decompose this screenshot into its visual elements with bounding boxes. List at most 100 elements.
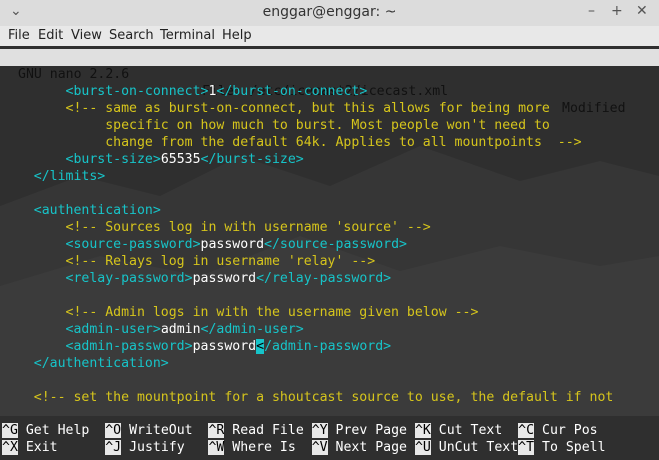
shortcut-label: Justify (121, 440, 209, 455)
xml-comment: <!-- Admin logs in with the username giv… (65, 305, 479, 320)
menu-terminal[interactable]: Terminal (160, 28, 215, 43)
xml-value: admin (160, 322, 201, 337)
xml-close-tag: </admin-user> (200, 322, 304, 337)
shortcut-item[interactable]: ^C Cur Pos (518, 423, 598, 438)
editor-line: </limits> (2, 168, 105, 185)
menu-edit[interactable]: Edit (38, 28, 63, 43)
xml-open-tag: <admin-user> (65, 322, 161, 337)
nano-status-bar: GNU nano 2.2.6 File: /etc/icecast2/iceca… (0, 49, 659, 116)
shortcut-label: Prev Page (327, 423, 415, 438)
menu-bar: File Edit View Search Terminal Help (0, 26, 659, 46)
xml-value: password (192, 339, 257, 354)
title-bar: ⌄ enggar@enggar: ~ – + ✕ (0, 0, 659, 26)
editor-line: <!-- Relays log in username 'relay' --> (2, 253, 376, 270)
xml-value: password (192, 271, 257, 286)
shortcut-item[interactable]: ^R Read File (208, 423, 311, 438)
shortcut-item[interactable]: ^U UnCut Text (414, 440, 519, 455)
shortcut-label: Next Page (327, 440, 415, 455)
maximize-icon[interactable]: + (611, 3, 623, 19)
xml-comment: change from the default 64k. Applies to … (105, 135, 582, 150)
shortcut-key: ^Y (311, 423, 328, 438)
shortcut-item[interactable]: ^J Justify (105, 440, 208, 455)
xml-comment: specific on how much to burst. Most peop… (105, 118, 550, 133)
terminal-area[interactable]: GNU nano 2.2.6 File: /etc/icecast2/iceca… (0, 46, 659, 460)
xml-close-tag: </burst-size> (200, 152, 304, 167)
editor-line: <burst-on-connect>1</burst-on-connect> (2, 83, 368, 100)
text-cursor: < (256, 339, 265, 354)
xml-close-tag: /admin-password> (264, 339, 392, 354)
editor-line: <admin-user>admin</admin-user> (2, 321, 304, 338)
shortcut-key: ^J (105, 440, 122, 455)
xml-open-tag: <relay-password> (65, 271, 193, 286)
xml-open-tag: <admin-password> (65, 339, 193, 354)
terminal-window: ⌄ enggar@enggar: ~ – + ✕ File Edit View … (0, 0, 659, 460)
shortcut-key: ^T (518, 440, 535, 455)
editor-line: <authentication> (2, 202, 161, 219)
shortcut-key: ^V (311, 440, 328, 455)
editor-line: <admin-password>password</admin-password… (2, 338, 391, 355)
shortcut-item[interactable]: ^G Get Help (2, 423, 105, 438)
xml-open-tag: <burst-on-connect> (65, 84, 209, 99)
shortcut-key: ^R (208, 423, 225, 438)
xml-comment: <!-- Sources log in with username 'sourc… (65, 220, 431, 235)
shortcut-label: Cut Text (430, 423, 519, 438)
shortcut-label: UnCut Text (430, 440, 519, 455)
shortcut-label: To Spell (534, 440, 606, 455)
shortcut-label: Where Is (224, 440, 312, 455)
shortcut-label: Exit (17, 440, 106, 455)
xml-open-tag: <source-password> (65, 237, 201, 252)
xml-comment: <!-- set the mountpoint for a shoutcast … (33, 390, 614, 405)
shortcut-item[interactable]: ^W Where Is (208, 440, 311, 455)
xml-value: password (200, 237, 265, 252)
window-title: enggar@enggar: ~ (262, 4, 397, 20)
menu-file[interactable]: File (8, 28, 30, 43)
menu-view[interactable]: View (71, 28, 102, 43)
minimize-icon[interactable]: – (588, 3, 595, 19)
shortcut-key: ^G (2, 423, 18, 438)
editor-line: <burst-size>65535</burst-size> (2, 151, 304, 168)
shortcut-key: ^U (414, 440, 431, 455)
xml-open-tag: </limits> (33, 169, 106, 184)
editor-line: <!-- Admin logs in with the username giv… (2, 304, 479, 321)
shortcut-key: ^C (518, 423, 535, 438)
shortcut-item[interactable]: ^T To Spell (518, 440, 606, 455)
editor-line: change from the default 64k. Applies to … (2, 134, 582, 151)
xml-open-tag: </authentication> (33, 356, 169, 371)
nano-modified: Modified (562, 101, 626, 116)
menu-search[interactable]: Search (109, 28, 154, 43)
xml-comment: <!-- Relays log in username 'relay' --> (65, 254, 376, 269)
shortcut-key: ^W (208, 440, 225, 455)
editor-line: specific on how much to burst. Most peop… (2, 117, 550, 134)
shortcut-item[interactable]: ^K Cut Text (414, 423, 519, 438)
xml-value: 65535 (160, 152, 201, 167)
shortcut-item[interactable]: ^Y Prev Page (311, 423, 415, 438)
menu-help[interactable]: Help (222, 28, 252, 43)
shortcut-key: ^X (2, 440, 18, 455)
editor-line: <!-- set the mountpoint for a shoutcast … (2, 389, 614, 406)
shortcut-row-2: ^X Exit ^J Justify ^W Where Is ^V Next P… (2, 439, 606, 456)
close-icon[interactable]: ✕ (636, 3, 648, 19)
shortcut-item[interactable]: ^X Exit (2, 440, 105, 455)
shortcut-label: WriteOut (121, 423, 209, 438)
nano-version: GNU nano 2.2.6 (18, 67, 130, 82)
shortcut-item[interactable]: ^V Next Page (311, 440, 415, 455)
xml-comment: <!-- same as burst-on-connect, but this … (65, 101, 550, 116)
editor-line: <!-- same as burst-on-connect, but this … (2, 100, 550, 117)
editor-line: <!-- Sources log in with username 'sourc… (2, 219, 431, 236)
shortcut-item[interactable]: ^O WriteOut (105, 423, 208, 438)
xml-open-tag: <burst-size> (65, 152, 161, 167)
